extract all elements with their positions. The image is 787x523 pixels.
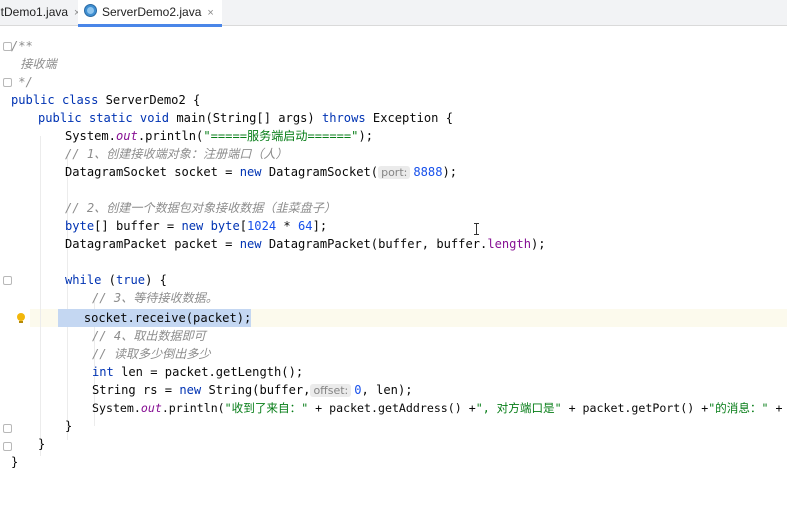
mouse-cursor-icon [474, 223, 479, 235]
tab-label: ServerDemo2.java [102, 5, 202, 19]
indent-guide [67, 154, 68, 440]
tab-label: ntDemo1.java [0, 5, 69, 19]
code-line: String rs = new String(buffer, offset: 0, … [92, 383, 413, 397]
code-comment: // 3、等待接收数据。 [92, 291, 218, 305]
code-line: public static void main(String[] args) t… [38, 111, 454, 125]
lightbulb-icon[interactable] [17, 313, 25, 323]
code-line: public class ServerDemo2 { [11, 93, 201, 107]
code-line: while (true) { [65, 273, 167, 287]
code-line: DatagramPacket packet = new DatagramPack… [65, 237, 546, 251]
editor-tab-bar: ntDemo1.java× ServerDemo2.java × [0, 0, 787, 27]
fold-marker[interactable] [3, 424, 12, 433]
code-line: 接收端 [13, 57, 57, 71]
code-editor[interactable]: /** 接收端 */ public class ServerDemo2 { pu… [0, 26, 787, 523]
code-brace: } [11, 455, 19, 469]
code-comment: // 4、取出数据即可 [92, 329, 206, 343]
parameter-hint: port: [378, 166, 411, 179]
close-icon[interactable]: × [207, 7, 213, 19]
code-brace: } [65, 419, 73, 433]
code-line: DatagramSocket socket = new DatagramSock… [65, 165, 458, 179]
code-comment: // 读取多少倒出多少 [92, 347, 211, 361]
fold-marker[interactable] [3, 442, 12, 451]
tab-serverdemo2[interactable]: ServerDemo2.java × [78, 0, 222, 27]
code-line: */ [11, 75, 33, 89]
selection-highlight: socket.receive(packet); [58, 309, 252, 327]
tab-clientdemo1[interactable]: ntDemo1.java× [0, 0, 80, 25]
code-comment: // 2、创建一个数据包对象接收数据（韭菜盘子） [65, 201, 336, 215]
code-brace: } [38, 437, 46, 451]
code-line: int len = packet.getLength(); [92, 365, 304, 379]
java-class-icon [84, 4, 97, 17]
code-line: /** [11, 39, 33, 53]
indent-guide [40, 136, 41, 456]
code-line-selected: socket.receive(packet); [58, 309, 252, 327]
code-line: System.out.println("收到了来自：" + packet.get… [92, 401, 783, 415]
code-line: byte[] buffer = new byte[1024 * 64]; [65, 219, 328, 233]
fold-marker[interactable] [3, 276, 12, 285]
code-comment: // 1、创建接收端对象：注册端口（人） [65, 147, 288, 161]
parameter-hint: offset: [310, 384, 352, 397]
code-line: System.out.println("=====服务端启动======"); [65, 129, 374, 143]
